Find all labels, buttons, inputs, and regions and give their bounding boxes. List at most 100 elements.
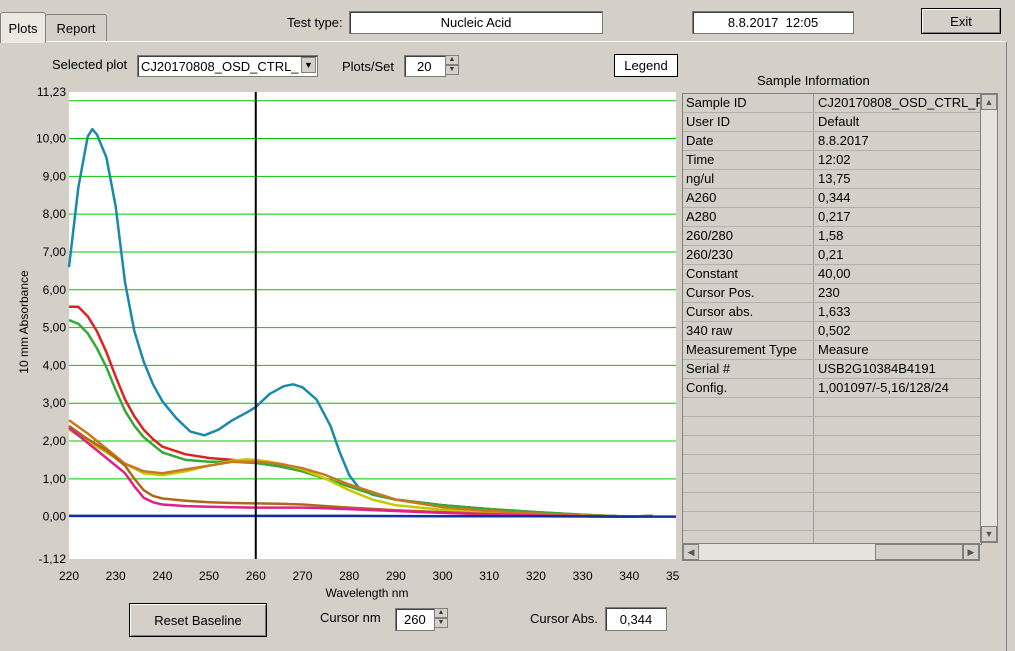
row-value: 1,001097/-5,16/128/24: [818, 380, 949, 395]
row-label: Cursor Pos.: [683, 284, 814, 302]
tab-report[interactable]: Report: [45, 14, 107, 41]
y-tick-label: 3,00: [43, 396, 67, 410]
row-value: 13,75: [818, 171, 851, 186]
chevron-down-icon[interactable]: ▼: [301, 57, 316, 73]
row-value: 1,633: [818, 304, 851, 319]
row-label: Cursor abs.: [683, 303, 814, 321]
reset-baseline-label: Reset Baseline: [154, 612, 242, 628]
table-row[interactable]: Serial # USB2G10384B4191: [683, 360, 981, 379]
x-tick-label: 340: [619, 569, 639, 583]
scroll-down-icon[interactable]: ▼: [981, 526, 997, 542]
x-axis-label: Wavelength nm: [326, 586, 409, 600]
table-row[interactable]: Measurement Type Measure: [683, 341, 981, 360]
table-row[interactable]: Sample ID CJ20170808_OSD_CTRL_F: [683, 94, 981, 113]
row-label: Config.: [683, 379, 814, 397]
row-label: Measurement Type: [683, 341, 814, 359]
y-tick-label: 2,00: [43, 434, 67, 448]
x-tick-label: 320: [526, 569, 546, 583]
x-tick-label: 230: [106, 569, 126, 583]
series-line: [69, 514, 676, 518]
cursor-nm-input[interactable]: 260: [395, 608, 435, 631]
row-label: [683, 512, 814, 530]
table-row-empty[interactable]: [683, 512, 981, 531]
row-label: [683, 436, 814, 454]
datetime-value: 8.8.2017 12:05: [727, 15, 819, 30]
plots-per-set-input[interactable]: 20: [404, 55, 446, 77]
y-tick-label: 10,00: [36, 132, 66, 146]
cursor-nm-label: Cursor nm: [320, 610, 381, 625]
row-label: 340 raw: [683, 322, 814, 340]
spin-up-icon[interactable]: ▲: [445, 55, 459, 65]
legend-label: Legend: [624, 58, 668, 73]
table-row[interactable]: User ID Default: [683, 113, 981, 132]
exit-button[interactable]: Exit: [921, 8, 1001, 34]
row-value: 40,00: [818, 266, 851, 281]
table-row-empty[interactable]: [683, 493, 981, 512]
row-label: Date: [683, 132, 814, 150]
row-value: 0,502: [818, 323, 851, 338]
plots-per-set-stepper[interactable]: ▲ ▼: [445, 55, 459, 75]
table-row-empty[interactable]: [683, 398, 981, 417]
row-label: Time: [683, 151, 814, 169]
y-axis-ticks: -1,12 0,00 1,00 2,00 3,00 4,00 5,00 6,00 7,00 8,0…: [36, 85, 66, 566]
row-label: 260/280: [683, 227, 814, 245]
table-row-empty[interactable]: [683, 436, 981, 455]
table-row[interactable]: Cursor abs. 1,633: [683, 303, 981, 322]
row-label: Serial #: [683, 360, 814, 378]
y-tick-label: -1,12: [39, 552, 67, 566]
table-row[interactable]: 260/230 0,21: [683, 246, 981, 265]
table-row[interactable]: ng/ul 13,75: [683, 170, 981, 189]
reset-baseline-button[interactable]: Reset Baseline: [129, 603, 267, 637]
y-tick-label: 1,00: [43, 472, 67, 486]
selected-plot-dropdown[interactable]: CJ20170808_OSD_CTRL_ ▼: [137, 55, 318, 77]
row-label: Sample ID: [683, 94, 814, 112]
spin-down-icon[interactable]: ▼: [445, 65, 459, 75]
row-label: [683, 398, 814, 416]
x-tick-label: 310: [479, 569, 499, 583]
row-value: 230: [818, 285, 840, 300]
y-tick-label: 8,00: [43, 207, 67, 221]
cursor-nm-stepper[interactable]: ▲ ▼: [434, 608, 448, 628]
table-row[interactable]: 260/280 1,58: [683, 227, 981, 246]
row-label: Constant: [683, 265, 814, 283]
table-row[interactable]: Date 8.8.2017: [683, 132, 981, 151]
y-tick-label: 6,00: [43, 283, 67, 297]
spin-up-icon[interactable]: ▲: [434, 608, 448, 618]
table-row[interactable]: 340 raw 0,502: [683, 322, 981, 341]
table-row[interactable]: A280 0,217: [683, 208, 981, 227]
x-tick-label: 240: [152, 569, 172, 583]
y-axis-label: 10 mm Absorbance: [17, 270, 31, 374]
table-row-empty[interactable]: [683, 417, 981, 436]
tab-plots[interactable]: Plots: [0, 12, 46, 43]
table-row-empty[interactable]: [683, 474, 981, 493]
test-type-value: Nucleic Acid: [440, 15, 512, 30]
table-row[interactable]: Constant 40,00: [683, 265, 981, 284]
table-row[interactable]: A260 0,344: [683, 189, 981, 208]
scroll-left-icon[interactable]: ◀: [683, 544, 699, 560]
table-row[interactable]: Time 12:02: [683, 151, 981, 170]
sample-info-table[interactable]: Sample ID CJ20170808_OSD_CTRL_F User ID Def…: [682, 93, 982, 545]
absorbance-chart[interactable]: -1,12 0,00 1,00 2,00 3,00 4,00 5,00 6,00 7,00 8,0…: [0, 84, 680, 604]
table-row-empty[interactable]: [683, 455, 981, 474]
sample-info-title: Sample Information: [757, 73, 870, 88]
scroll-up-icon[interactable]: ▲: [981, 94, 997, 110]
scroll-right-icon[interactable]: ▶: [963, 544, 979, 560]
cursor-abs-field: 0,344: [605, 607, 667, 631]
vertical-scrollbar[interactable]: ▲ ▼: [980, 93, 998, 543]
spin-down-icon[interactable]: ▼: [434, 618, 448, 628]
row-value: 8.8.2017: [818, 133, 869, 148]
y-tick-label: 9,00: [43, 169, 67, 183]
x-tick-label: 290: [386, 569, 406, 583]
legend-button[interactable]: Legend: [614, 54, 678, 77]
table-row[interactable]: Cursor Pos. 230: [683, 284, 981, 303]
selected-plot-label: Selected plot: [52, 57, 128, 72]
row-value: 0,217: [818, 209, 851, 224]
table-row[interactable]: Config. 1,001097/-5,16/128/24: [683, 379, 981, 398]
x-tick-label: 350: [666, 569, 680, 583]
cursor-abs-value: 0,344: [619, 611, 653, 627]
horizontal-scrollbar[interactable]: ◀ ▶: [682, 543, 980, 561]
test-type-label: Test type:: [287, 15, 343, 30]
x-tick-label: 220: [59, 569, 79, 583]
scroll-thumb[interactable]: [875, 544, 963, 560]
exit-label: Exit: [950, 13, 972, 29]
